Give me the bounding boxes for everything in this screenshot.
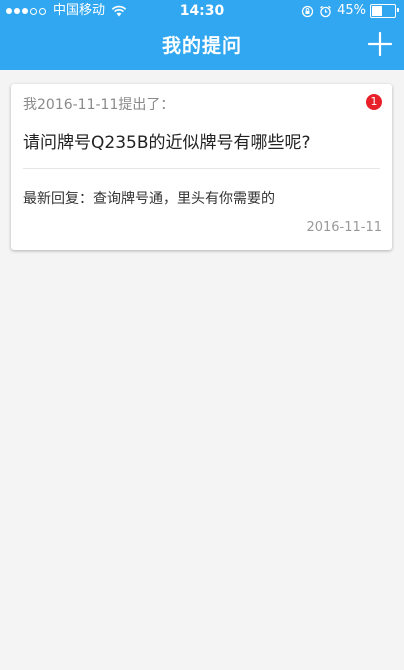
latest-reply: 最新回复：查询牌号通，里头有你需要的: [23, 191, 275, 207]
battery-fill: [372, 6, 382, 16]
asked-meta: 我2016-11-11提出了：: [23, 97, 175, 113]
battery-percent: 45%: [337, 3, 366, 18]
alarm-icon: [320, 5, 332, 17]
top-bar: 中国移动 14:30 45% 我的提问: [0, 0, 404, 70]
status-bar: 中国移动 14:30 45%: [0, 0, 404, 22]
page-title: 我的提问: [161, 35, 242, 57]
reply-date: 2016-11-11: [306, 220, 382, 235]
plus-icon[interactable]: [368, 32, 392, 56]
battery-icon: [370, 4, 399, 18]
card-divider: [23, 168, 380, 169]
question-text[interactable]: 请问牌号Q235B的近似牌号有哪些呢?: [23, 128, 311, 153]
status-right: 45%: [301, 0, 399, 22]
unread-badge: 1: [366, 94, 382, 110]
nav-bar: 我的提问: [0, 22, 404, 70]
question-card[interactable]: 我2016-11-11提出了： 1 请问牌号Q235B的近似牌号有哪些呢? 最新…: [11, 84, 392, 250]
orientation-lock-icon: [301, 5, 314, 17]
